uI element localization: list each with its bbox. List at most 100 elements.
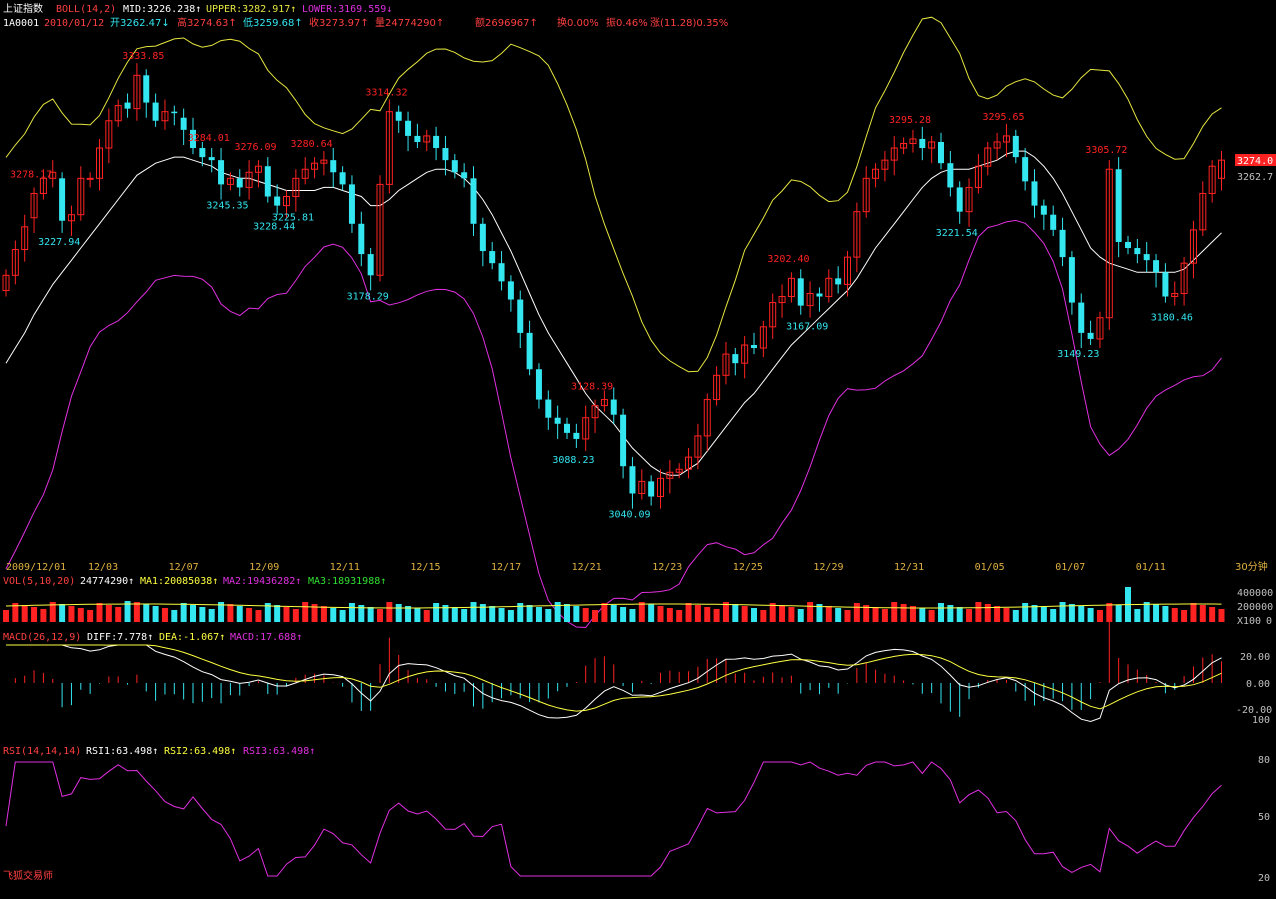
volume-bar [133, 602, 140, 622]
date-axis-label: 12/17 [491, 562, 521, 573]
candle-body [86, 177, 94, 180]
vol-axis-400k: 400000 [1237, 588, 1273, 599]
candle-body [629, 466, 636, 494]
candle-body [835, 278, 842, 285]
boll-upper: UPPER:3282.917↑ [206, 4, 296, 15]
volume-bar [573, 606, 580, 622]
candle-body [143, 75, 150, 103]
volume-bar [152, 606, 159, 622]
volume-bar [1022, 603, 1029, 622]
volume-bar [956, 607, 963, 622]
candle-body [620, 414, 627, 467]
candle-body [218, 160, 225, 185]
volume-bar [1181, 610, 1188, 622]
rsi-axis-50: 50 [1258, 812, 1270, 823]
high-price-label: 3284.01 [188, 133, 230, 144]
volume-bar [648, 604, 655, 622]
volume-bar [1134, 609, 1141, 622]
volume-bar [966, 609, 973, 622]
volume-bar [283, 607, 290, 622]
low-price-label: 3088.23 [552, 455, 594, 466]
volume-bar [227, 604, 234, 622]
volume-bar [592, 610, 599, 622]
vol-ma1: MA1:20085038↑ [140, 576, 218, 587]
volume-bar [1209, 607, 1216, 622]
current-price: 3274.0 [1237, 156, 1273, 167]
rsi-axis-80: 80 [1258, 755, 1270, 766]
vol-ma3: MA3:18931988↑ [308, 576, 386, 587]
volume-bar [190, 605, 196, 622]
macd-title: MACD(26,12,9) [3, 632, 81, 643]
candle-body [1050, 214, 1057, 230]
date-axis-label: 2009/12/01 [6, 562, 66, 573]
volume-bar [760, 610, 767, 622]
volume-bar [1059, 602, 1066, 622]
high-price-label: 3278.17 [10, 169, 52, 180]
volume-bar [255, 610, 262, 622]
quote-open: 开3262.47↓ [110, 18, 170, 29]
volume-bar [881, 609, 888, 622]
volume-bar [535, 607, 542, 622]
volume-bar [1218, 609, 1225, 622]
macd-axis-20: 20.00 [1240, 652, 1270, 663]
candle-body [1078, 302, 1085, 333]
period-label: 30分钟 [1235, 560, 1268, 573]
volume-bar [1078, 606, 1085, 622]
volume-bar [367, 607, 374, 622]
vol-axis-200k: 200000 [1237, 602, 1273, 613]
volume-bar [891, 602, 898, 622]
boll-label: BOLL(14,2) [56, 4, 116, 15]
date-axis-label: 12/31 [894, 562, 924, 573]
low-price-label: 3149.23 [1057, 349, 1099, 360]
volume-bar [115, 607, 122, 622]
volume-bar [21, 605, 28, 622]
candle-body [816, 293, 823, 297]
volume-bar [180, 603, 187, 622]
boll-lower: LOWER:3169.559↓ [302, 4, 392, 15]
volume-bar [171, 610, 178, 622]
vol-value: 24774290↑ [80, 576, 134, 587]
candle-body [1022, 157, 1029, 182]
volume-bar [208, 609, 215, 622]
date-axis-label: 12/03 [88, 562, 118, 573]
candle-body [554, 417, 561, 424]
volume-bar [302, 602, 309, 622]
candle-body [1012, 135, 1019, 158]
candle-body [208, 157, 215, 161]
quote-high: 高3274.63↑ [177, 16, 237, 29]
candle-body [919, 138, 926, 149]
candle-body [124, 102, 131, 109]
volume-bar [40, 609, 47, 622]
volume-bar [1040, 607, 1047, 622]
rsi-axis-20: 20 [1258, 873, 1270, 884]
quote-amount: 额2696967↑ [475, 16, 538, 29]
candle-body [1115, 169, 1122, 242]
volume-bar [31, 607, 38, 622]
volume-bar [1068, 604, 1075, 622]
volume-bar [143, 604, 150, 622]
macd-axis-0: 0.00 [1246, 679, 1270, 690]
candle-body [545, 399, 552, 418]
candle-body [180, 117, 187, 130]
candle-body [1143, 254, 1150, 261]
candle-body [797, 278, 804, 306]
candle-body [479, 223, 486, 252]
volume-bar [610, 605, 617, 622]
index-code: 1A0001 [3, 18, 39, 29]
volume-bar [928, 610, 935, 622]
volume-bar [1162, 606, 1169, 622]
high-price-label: 3202.40 [767, 254, 809, 265]
volume-bar [629, 609, 636, 622]
macd-panel [6, 612, 1222, 723]
volume-bar [676, 610, 683, 622]
volume-bar [59, 604, 66, 622]
date-axis-label: 12/15 [410, 562, 440, 573]
candle-body [564, 423, 570, 433]
candle-body [451, 160, 458, 173]
candle-body [498, 263, 505, 282]
volume-bar [685, 603, 692, 622]
candle-body [1162, 272, 1169, 297]
low-price-label: 3040.09 [608, 510, 650, 521]
candle-body [610, 399, 617, 415]
candle-body [648, 481, 655, 497]
